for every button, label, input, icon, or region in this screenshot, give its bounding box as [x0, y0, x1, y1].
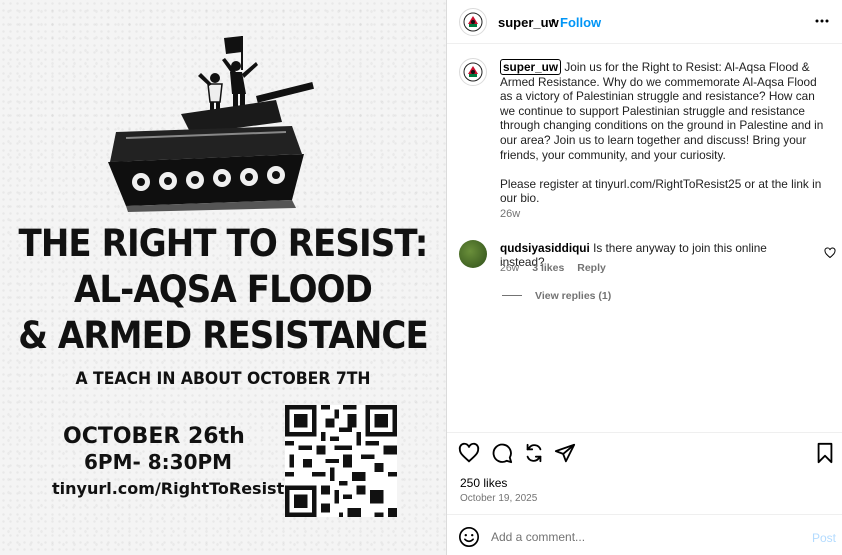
- likes-count[interactable]: 250 likes: [460, 476, 507, 490]
- comment-timestamp[interactable]: 26w: [500, 262, 519, 274]
- poster-event-time: 6PM- 8:30PM: [84, 450, 233, 474]
- add-comment-input[interactable]: [491, 526, 791, 548]
- organization-logo-icon: [463, 12, 483, 32]
- author-username[interactable]: super_uw: [498, 15, 559, 30]
- header-separator: •: [551, 13, 556, 28]
- commenter-username[interactable]: qudsiyasiddiqui: [500, 241, 590, 255]
- poster-subheadline: A TEACH IN ABOUT OCTOBER 7TH: [75, 369, 371, 389]
- bookmark-icon[interactable]: [814, 442, 836, 464]
- post-comment-button[interactable]: Post: [812, 531, 836, 545]
- caption-author-avatar[interactable]: [459, 58, 487, 86]
- caption-text: Join us for the Right to Resist: Al-Aqsa…: [500, 60, 824, 162]
- send-icon[interactable]: [554, 442, 576, 464]
- poster-event-link: tinyurl.com/RightToResist25: [52, 479, 307, 498]
- more-horizontal-icon[interactable]: [814, 13, 830, 29]
- view-replies-line: [502, 295, 522, 296]
- view-replies-button[interactable]: View replies (1): [535, 290, 611, 302]
- post-date: October 19, 2025: [460, 493, 538, 504]
- poster-headline-line-1: THE RIGHT TO RESIST:: [18, 222, 429, 265]
- follow-button[interactable]: Follow: [560, 15, 601, 30]
- poster-headline-line-3: & ARMED RESISTANCE: [18, 314, 428, 357]
- comment-meta: 26w 3 likes Reply: [500, 262, 616, 274]
- comment-icon[interactable]: [491, 442, 513, 464]
- comment-likes-count[interactable]: 3 likes: [532, 262, 564, 274]
- actions-divider: [447, 432, 842, 433]
- author-avatar[interactable]: [459, 8, 487, 36]
- heart-icon[interactable]: [458, 442, 480, 464]
- post-image[interactable]: THE RIGHT TO RESIST: AL-AQSA FLOOD & ARM…: [0, 0, 446, 555]
- composer-divider: [447, 514, 842, 515]
- tank-with-flag-illustration: [108, 36, 314, 212]
- caption-register-text: Please register at tinyurl.com/RightToRe…: [500, 176, 822, 206]
- header-divider: [447, 43, 842, 44]
- post-detail-panel: super_uw • Follow super_uw Join us for t…: [446, 0, 842, 555]
- qr-code: [285, 405, 397, 517]
- reply-button[interactable]: Reply: [577, 262, 606, 274]
- poster-event-date: OCTOBER 26th: [63, 424, 245, 449]
- repost-icon[interactable]: [523, 442, 545, 464]
- caption-timestamp[interactable]: 26w: [500, 208, 520, 220]
- commenter-avatar[interactable]: [459, 240, 487, 268]
- heart-icon[interactable]: [824, 247, 836, 259]
- organization-logo-icon: [463, 62, 483, 82]
- emoji-icon[interactable]: [458, 526, 480, 548]
- poster-headline-line-2: AL-AQSA FLOOD: [73, 268, 373, 311]
- caption-username[interactable]: super_uw: [500, 59, 562, 75]
- post-caption: super_uw Join us for the Right to Resist…: [500, 59, 832, 206]
